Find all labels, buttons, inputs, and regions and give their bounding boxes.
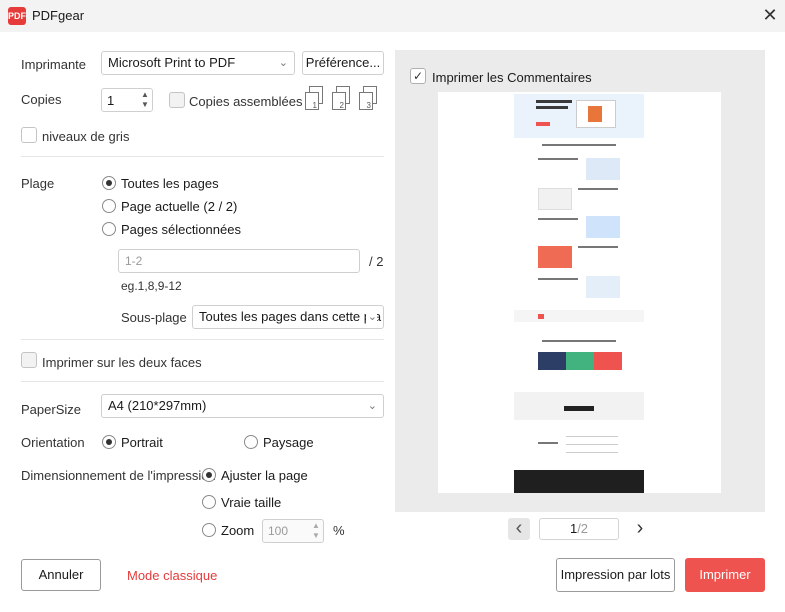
preferences-button[interactable]: Préférence... <box>302 51 384 75</box>
page-total: /2 <box>577 521 589 536</box>
all-pages-label: Toutes les pages <box>121 176 219 191</box>
close-icon[interactable]: ✕ <box>760 5 780 25</box>
actual-size-label: Vraie taille <box>221 495 282 510</box>
landscape-label: Paysage <box>263 435 314 450</box>
next-page-button[interactable]: › <box>629 518 651 540</box>
divider <box>21 156 384 157</box>
pages-input[interactable]: 1-2 <box>118 249 360 273</box>
portrait-label: Portrait <box>121 435 163 450</box>
stepper-arrows-icon[interactable]: ▲ ▼ <box>311 521 321 541</box>
duplex-checkbox[interactable] <box>21 352 37 368</box>
chevron-down-icon: ⌄ <box>278 57 288 69</box>
divider <box>21 339 384 340</box>
papersize-label: PaperSize <box>21 402 81 417</box>
subrange-select[interactable]: Toutes les pages dans cette pla ⌄ <box>192 305 384 329</box>
page-indicator[interactable]: 1/2 <box>539 518 619 540</box>
radio-landscape[interactable] <box>244 435 258 449</box>
copies-value: 1 <box>107 93 115 108</box>
current-page-label: Page actuelle (2 / 2) <box>121 199 238 214</box>
radio-all-pages[interactable] <box>102 176 116 190</box>
range-label: Plage <box>21 176 55 191</box>
chevron-down-icon: ⌄ <box>365 306 377 328</box>
collate-label: Copies assemblées <box>189 94 303 109</box>
print-button[interactable]: Imprimer <box>685 558 765 592</box>
pdfgear-logo-icon: PDF <box>8 7 26 25</box>
radio-current-page[interactable] <box>102 199 116 213</box>
divider <box>21 381 384 382</box>
copies-label: Copies <box>21 92 62 107</box>
chevron-left-icon: ‹ <box>515 517 523 539</box>
fit-page-label: Ajuster la page <box>221 468 308 483</box>
window-title: PDFgear <box>32 8 85 23</box>
zoom-label: Zoom <box>221 523 255 538</box>
radio-actual-size[interactable] <box>202 495 216 509</box>
cancel-button[interactable]: Annuler <box>21 559 101 591</box>
selected-pages-label: Pages sélectionnées <box>121 222 241 237</box>
papersize-select-value: A4 (210*297mm) <box>108 398 207 413</box>
page-thumbnail <box>438 92 721 493</box>
zoom-stepper[interactable]: 100 ▲ ▼ <box>262 519 324 543</box>
printer-label: Imprimante <box>21 57 87 72</box>
batch-print-button[interactable]: Impression par lots <box>556 558 675 592</box>
chevron-right-icon: › <box>636 517 644 539</box>
copies-stepper[interactable]: 1 ▲ ▼ <box>101 88 153 112</box>
radio-selected-pages[interactable] <box>102 222 116 236</box>
duplex-label: Imprimer sur les deux faces <box>42 355 202 370</box>
collate-checkbox[interactable] <box>169 92 185 108</box>
chevron-down-icon: ⌄ <box>367 400 377 412</box>
radio-zoom[interactable] <box>202 523 216 537</box>
orientation-label: Orientation <box>21 435 85 450</box>
sizing-label: Dimensionnement de l'impression <box>21 468 216 483</box>
prev-page-button[interactable]: ‹ <box>508 518 530 540</box>
pages-total: / 2 <box>369 254 384 269</box>
radio-portrait[interactable] <box>102 435 116 449</box>
pages-example: eg.1,8,9-12 <box>121 279 182 293</box>
printer-select[interactable]: Microsoft Print to PDF ⌄ <box>101 51 295 75</box>
collated-pages-icon: 1 2 3 <box>305 86 385 114</box>
zoom-unit: % <box>333 523 345 538</box>
printer-select-value: Microsoft Print to PDF <box>108 55 236 70</box>
classic-mode-link[interactable]: Mode classique <box>127 568 217 583</box>
comments-checkbox[interactable]: ✓ <box>410 68 426 84</box>
grayscale-checkbox[interactable] <box>21 127 37 143</box>
zoom-value: 100 <box>268 524 289 538</box>
subrange-select-value: Toutes les pages dans cette pla <box>199 309 382 324</box>
subrange-label: Sous-plage <box>121 310 187 325</box>
title-bar <box>0 0 785 32</box>
stepper-arrows-icon[interactable]: ▲ ▼ <box>140 90 150 110</box>
radio-fit-page[interactable] <box>202 468 216 482</box>
grayscale-label: niveaux de gris <box>42 129 130 144</box>
comments-label: Imprimer les Commentaires <box>432 70 592 85</box>
papersize-select[interactable]: A4 (210*297mm) ⌄ <box>101 394 384 418</box>
